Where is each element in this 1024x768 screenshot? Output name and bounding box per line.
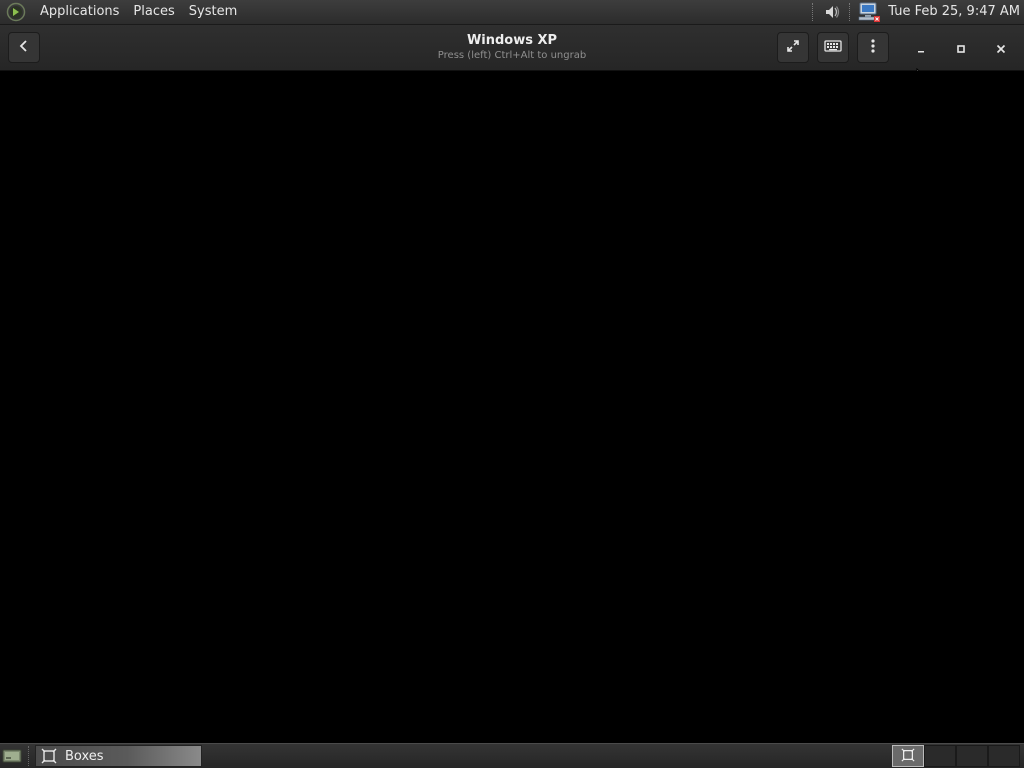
title-block: Windows XP Press (left) Ctrl+Alt to ungr… xyxy=(362,33,662,62)
menu-icon xyxy=(870,38,876,58)
system-menu[interactable]: System xyxy=(182,0,244,24)
workspace-3[interactable] xyxy=(956,745,988,767)
clock[interactable]: Tue Feb 25, 9:47 AM xyxy=(882,0,1020,24)
applications-menu[interactable]: Applications xyxy=(33,0,126,24)
taskbar-item-boxes[interactable]: Boxes xyxy=(35,745,202,767)
workspace-switcher xyxy=(892,745,1020,767)
minimize-icon xyxy=(916,39,926,58)
window-title: Windows XP xyxy=(466,33,558,48)
minimize-button[interactable] xyxy=(909,36,933,60)
keyboard-button[interactable] xyxy=(817,32,849,63)
bottom-panel: Boxes xyxy=(0,743,1024,768)
menu-button[interactable] xyxy=(857,32,889,63)
workspace-4[interactable] xyxy=(988,745,1020,767)
places-menu[interactable]: Places xyxy=(126,0,181,24)
boxes-icon xyxy=(901,747,915,766)
panel-tray: Tue Feb 25, 9:47 AM xyxy=(808,0,1020,24)
boxes-icon xyxy=(41,748,57,764)
show-desktop-icon[interactable] xyxy=(2,747,22,765)
panel-handle[interactable] xyxy=(28,746,32,766)
workspace-2[interactable] xyxy=(924,745,956,767)
back-button[interactable] xyxy=(8,32,40,63)
maximize-button[interactable] xyxy=(949,36,973,60)
headerbar: Windows XP Press (left) Ctrl+Alt to ungr… xyxy=(0,25,1024,86)
workspace-1[interactable] xyxy=(892,745,924,767)
fullscreen-icon xyxy=(785,38,801,58)
taskbar-item-label: Boxes xyxy=(65,748,104,764)
back-icon xyxy=(17,38,31,57)
window-subtitle: Press (left) Ctrl+Alt to ungrab xyxy=(437,50,587,61)
tray-separator xyxy=(849,3,852,21)
volume-icon[interactable] xyxy=(819,1,845,23)
distro-logo-icon[interactable] xyxy=(6,2,26,22)
keyboard-icon xyxy=(824,38,842,57)
maximize-icon xyxy=(956,39,966,58)
close-button[interactable] xyxy=(989,36,1013,60)
vm-display[interactable] xyxy=(0,71,1024,743)
close-icon xyxy=(996,39,1006,58)
panel-menu-bar: Applications Places System xyxy=(6,0,244,24)
network-icon[interactable] xyxy=(856,1,882,23)
top-panel: Applications Places System Tue Feb 25, 9… xyxy=(0,0,1024,25)
tray-separator xyxy=(812,3,815,21)
fullscreen-button[interactable] xyxy=(777,32,809,63)
